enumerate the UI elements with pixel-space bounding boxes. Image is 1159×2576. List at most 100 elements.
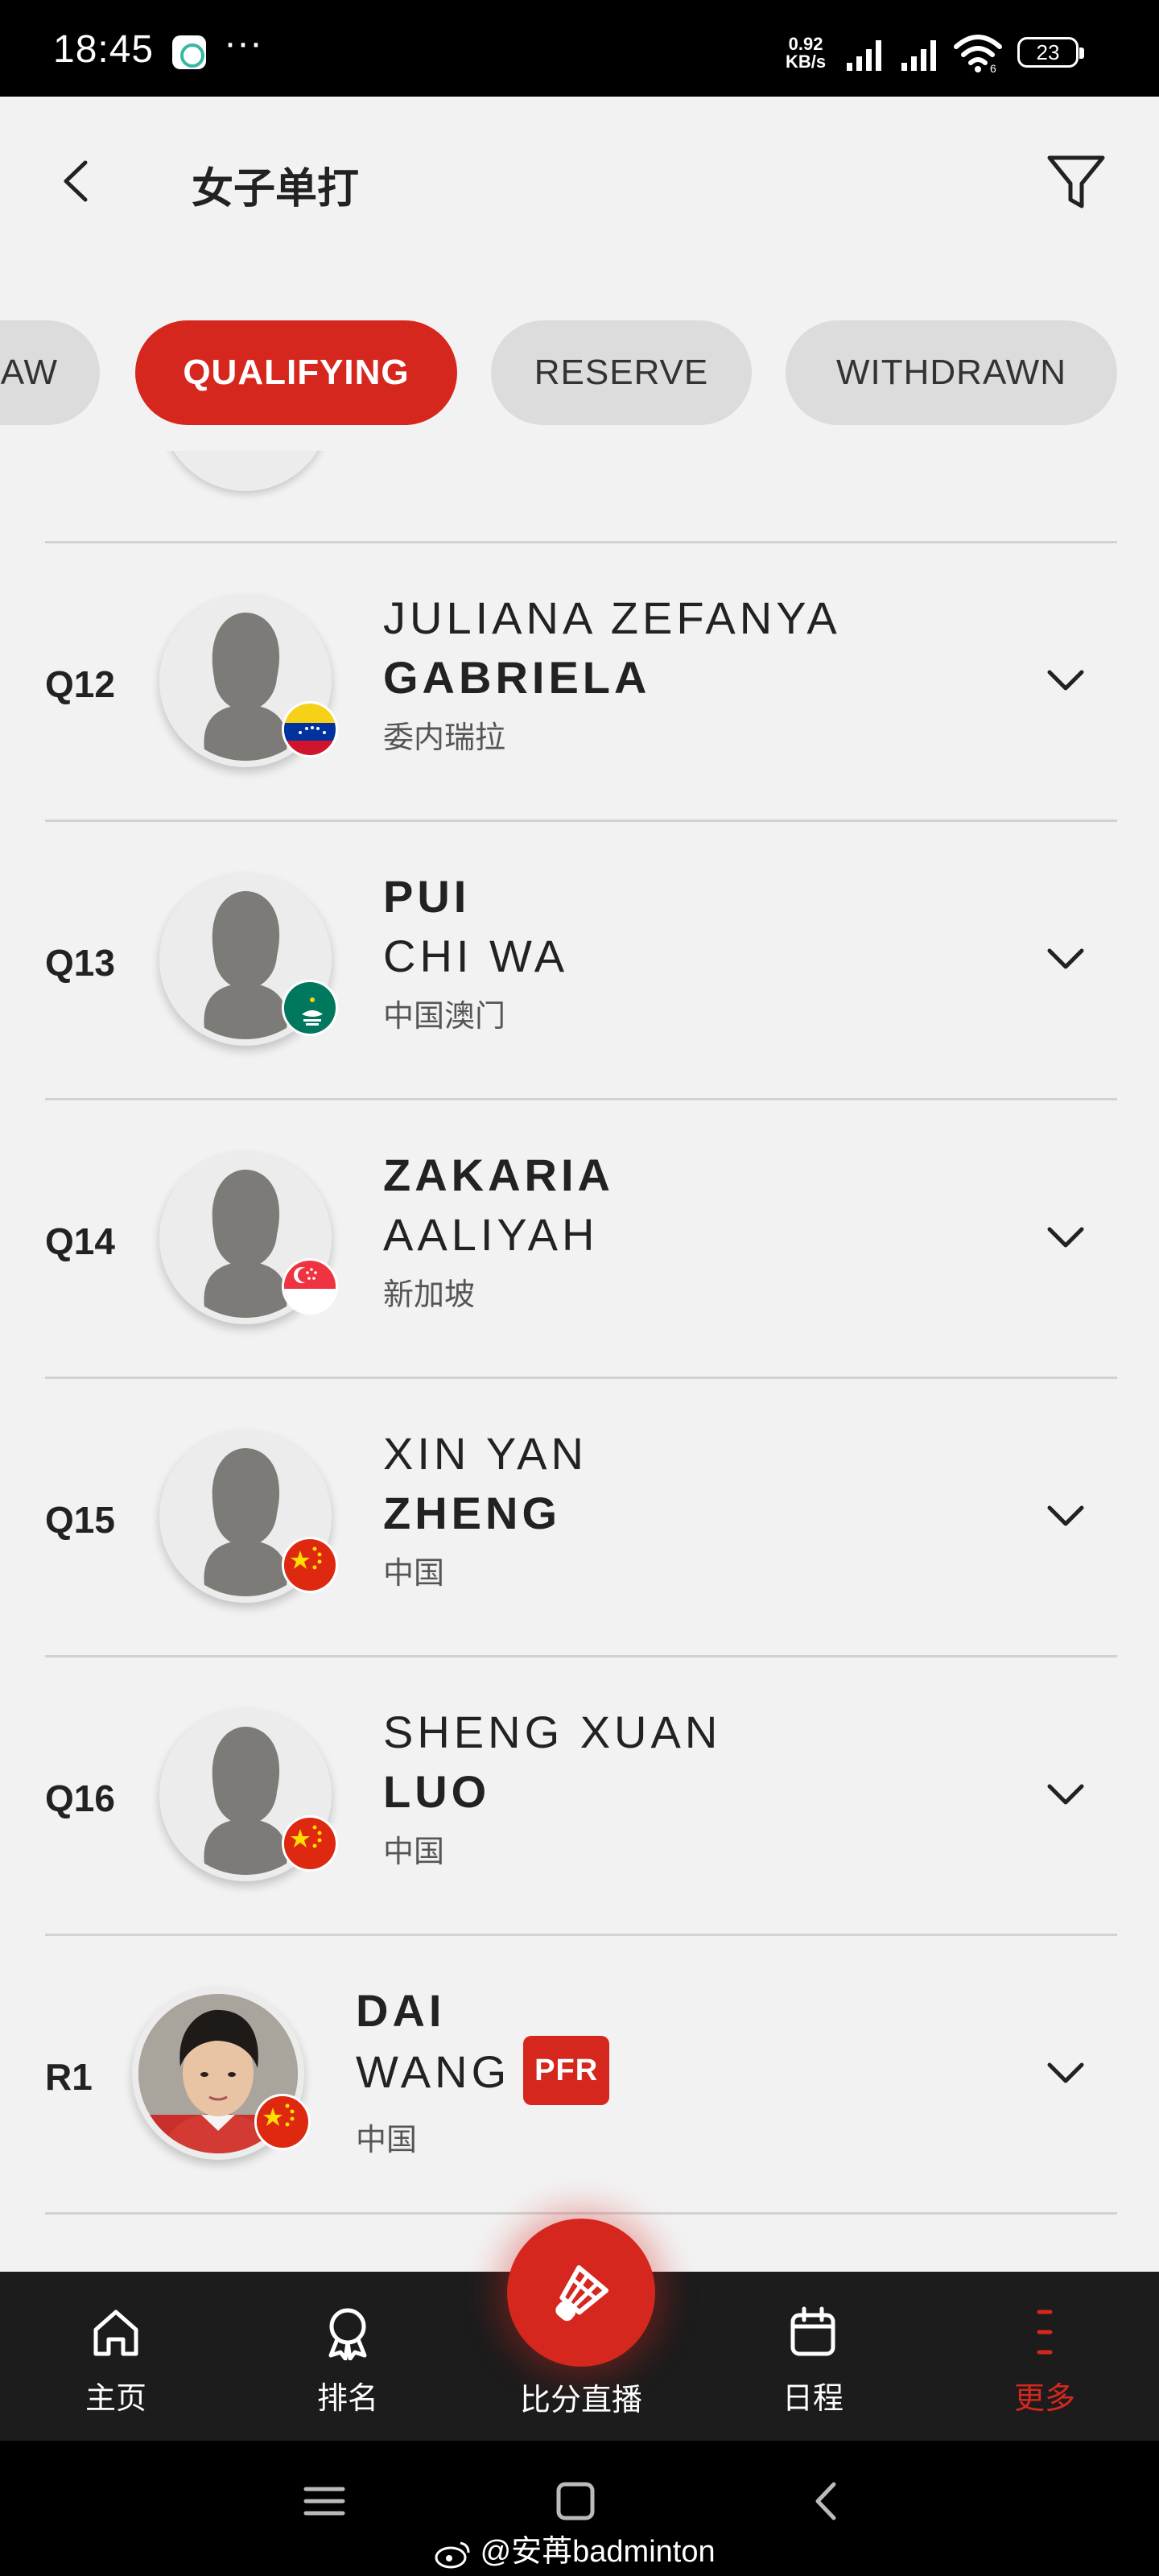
player-given-name: AALIYAH [383, 1209, 599, 1260]
player-given-name: SHENG XUAN [383, 1707, 722, 1757]
avatar [159, 1709, 338, 1881]
player-country: 中国 [383, 1835, 445, 1869]
filter-icon[interactable] [1043, 150, 1109, 216]
tab-label: WITHDRAWN [836, 353, 1066, 392]
seed-label: Q14 [45, 1220, 115, 1262]
nav-schedule-label: 日程 [782, 2382, 843, 2416]
player-row[interactable]: Q15 XIN YAN ZHENG 中国 [45, 1377, 1117, 1655]
divider [45, 2212, 1117, 2215]
player-given-name: XIN YAN [383, 1428, 588, 1479]
player-family-name: DAI [356, 1985, 446, 2036]
player-name: ZAKARIA AALIYAH 新加坡 [383, 1146, 614, 1326]
player-row[interactable]: R1 DAI WANG PFR 中国 [45, 1934, 1117, 2212]
player-name: JULIANA ZEFANYA GABRIELA 委内瑞拉 [383, 588, 841, 769]
avatar [161, 451, 330, 491]
signal-icon-2 [901, 40, 936, 71]
avatar [132, 1988, 311, 2160]
player-row[interactable]: Q12 JULIANA ZEFANYA GABRIELA 委内瑞拉 [45, 541, 1117, 819]
chevron-down-icon[interactable] [1040, 1769, 1091, 1820]
system-nav-bar: @安苒badminton [0, 2441, 1159, 2576]
seed-label: Q15 [45, 1499, 115, 1541]
player-country: 中国 [383, 1557, 445, 1591]
app-notification-icon [172, 35, 206, 69]
chevron-down-icon[interactable] [1040, 933, 1091, 985]
chevron-down-icon[interactable] [1040, 654, 1091, 706]
player-country: 中国澳门 [383, 1000, 506, 1034]
player-row[interactable]: Q14 ZAKARIA AALIYAH 新加坡 [45, 1098, 1117, 1377]
seed-label: R1 [45, 2056, 93, 2098]
menu-icon[interactable] [296, 2473, 353, 2529]
network-speed-value: 0.92 [788, 34, 823, 54]
player-name: PUI CHI WA 中国澳门 [383, 867, 568, 1047]
weibo-icon [435, 2541, 470, 2569]
live-score-button[interactable] [507, 2219, 655, 2367]
player-row[interactable]: Q13 PUI CHI WA 中国澳门 [45, 819, 1117, 1098]
chevron-down-icon[interactable] [1040, 2047, 1091, 2099]
nav-more-label: 更多 [1013, 2382, 1075, 2416]
venezuela-flag-icon [282, 701, 338, 758]
chevron-down-icon[interactable] [1040, 1490, 1091, 1542]
player-name: SHENG XUAN LUO 中国 [383, 1703, 721, 1883]
player-given-name-row: WANG PFR [356, 2036, 610, 2110]
player-row[interactable]: Q16 SHENG XUAN LUO 中国 [45, 1655, 1117, 1934]
status-bar: 18:45 ··· 0.92 KB/s 6 23 [0, 0, 1159, 97]
calendar-icon [790, 2306, 835, 2356]
home-square-icon[interactable] [547, 2473, 604, 2529]
watermark-text: @安苒badminton [480, 2535, 716, 2569]
avatar [159, 873, 338, 1046]
status-time: 18:45 [53, 28, 155, 71]
nav-ranking[interactable]: 排名 [267, 2304, 428, 2417]
player-family-name: LUO [383, 1766, 491, 1817]
nav-home[interactable]: 主页 [35, 2304, 196, 2417]
wifi-icon: 6 [954, 35, 1002, 74]
signal-icon [847, 40, 881, 71]
chevron-down-icon[interactable] [1040, 1212, 1091, 1263]
player-country: 委内瑞拉 [383, 721, 506, 755]
seed-label: Q12 [45, 663, 115, 705]
pfr-badge: PFR [523, 2036, 610, 2105]
player-family-name: GABRIELA [383, 652, 651, 703]
china-flag-icon [282, 1815, 338, 1872]
avatar [159, 1430, 338, 1603]
more-notifications-icon: ··· [224, 22, 262, 64]
battery-level: 23 [1036, 40, 1060, 64]
seed-label: Q16 [45, 1777, 115, 1819]
china-flag-icon [282, 1537, 338, 1593]
macau-flag-icon [282, 980, 338, 1036]
draw-tabs: AW QUALIFYING RESERVE WITHDRAWN [0, 320, 1159, 425]
player-list[interactable]: Q12 JULIANA ZEFANYA GABRIELA 委内瑞拉 Q13 PU… [0, 451, 1159, 2272]
player-name: DAI WANG PFR 中国 [356, 1981, 610, 2171]
nav-schedule[interactable]: 日程 [732, 2304, 893, 2417]
watermark: @安苒badminton [435, 2526, 716, 2570]
player-given-name: WANG [356, 2046, 511, 2097]
ranking-award-icon [328, 2308, 367, 2360]
home-icon [93, 2310, 138, 2356]
network-speed-unit: KB/s [786, 52, 827, 72]
player-country: 新加坡 [383, 1278, 476, 1312]
nav-live-label: 比分直播 [519, 2384, 642, 2417]
tab-reserve[interactable]: RESERVE [491, 320, 752, 425]
wifi-label: 6 [990, 62, 996, 74]
tab-label: AW [0, 353, 58, 392]
nav-ranking-label: 排名 [316, 2382, 378, 2416]
tab-main-draw[interactable]: AW [0, 320, 100, 425]
more-menu-icon [1037, 2310, 1053, 2355]
back-arrow-icon[interactable] [53, 153, 101, 209]
tab-qualifying[interactable]: QUALIFYING [135, 320, 457, 425]
player-name: XIN YAN ZHENG 中国 [383, 1424, 588, 1604]
network-speed: 0.92 KB/s [786, 35, 826, 71]
back-icon[interactable] [798, 2473, 855, 2529]
player-family-name: PUI [383, 871, 471, 922]
player-country: 中国 [356, 2124, 418, 2157]
shuttlecock-icon [555, 2265, 608, 2322]
page-title: 女子单打 [192, 166, 360, 213]
nav-home-label: 主页 [85, 2382, 146, 2416]
nav-more[interactable]: 更多 [964, 2304, 1125, 2417]
battery-icon: 23 [1017, 37, 1084, 68]
player-given-name: CHI WA [383, 931, 569, 981]
tab-label: RESERVE [534, 353, 709, 392]
singapore-flag-icon [282, 1258, 338, 1315]
seed-label: Q13 [45, 942, 115, 984]
player-given-name: JULIANA ZEFANYA [383, 592, 841, 643]
tab-withdrawn[interactable]: WITHDRAWN [786, 320, 1117, 425]
